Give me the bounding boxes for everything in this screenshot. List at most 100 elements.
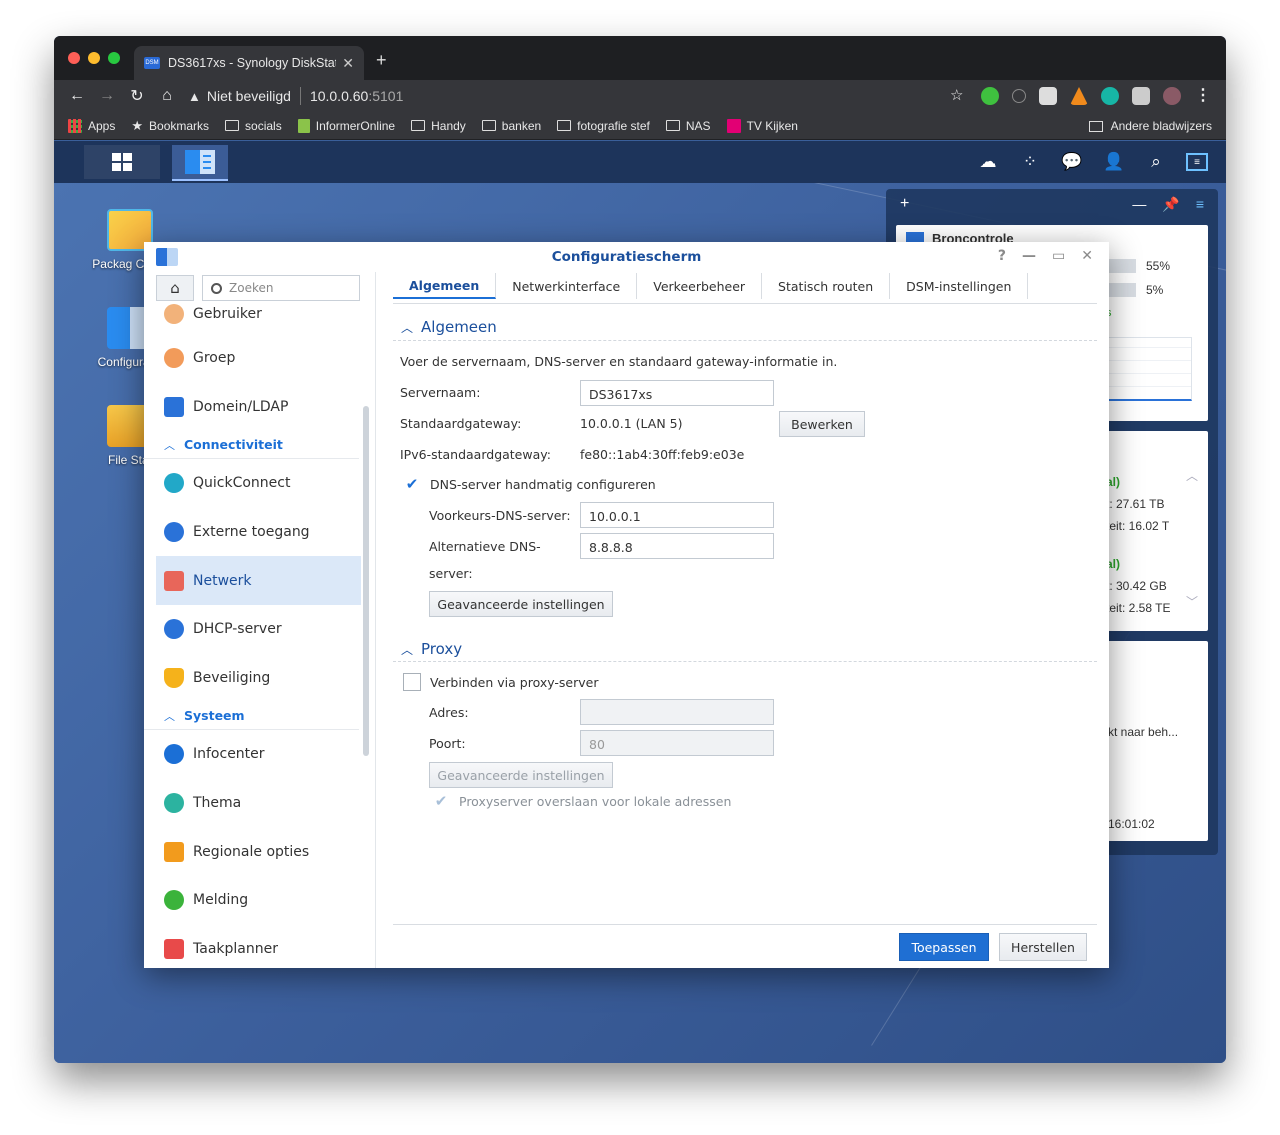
bookmark-informeronline[interactable]: InformerOnline xyxy=(297,118,395,133)
sidebar-item-label: Infocenter xyxy=(193,746,265,763)
section-proxy-header[interactable]: ︿ Proxy xyxy=(401,640,462,658)
advanced-settings-button[interactable]: Geavanceerde instellingen xyxy=(429,591,613,617)
dns-manual-checkbox[interactable]: ✔ xyxy=(403,475,421,493)
tab-netwerkinterface[interactable]: Netwerkinterface xyxy=(496,273,638,299)
back-arrow-icon[interactable]: ← xyxy=(62,87,92,105)
dots-circle-icon[interactable]: ⁘ xyxy=(1018,150,1042,174)
dsm-taskbar: ☁ ⁘ 💬 👤 ⌕ ≡ xyxy=(54,141,1226,183)
sidebar-item-domein-ldap[interactable]: Domein/LDAP xyxy=(144,383,375,432)
minimize-widget-icon[interactable]: — xyxy=(1132,196,1146,213)
extension-cone-icon[interactable] xyxy=(1070,87,1088,105)
search-placeholder: Zoeken xyxy=(229,281,274,295)
dns-alternative-input[interactable]: 8.8.8.8 xyxy=(580,533,774,559)
bookmark-nas[interactable]: NAS xyxy=(665,119,711,133)
divider xyxy=(299,87,301,105)
security-label: Niet beveiligd xyxy=(206,88,291,104)
proxy-advanced-settings-button[interactable]: Geavanceerde instellingen xyxy=(429,762,613,788)
other-bookmarks[interactable]: Andere bladwijzers xyxy=(1088,119,1212,133)
sidebar-scrollbar[interactable] xyxy=(363,406,369,756)
close-icon[interactable]: ✕ xyxy=(1081,248,1093,264)
forward-arrow-icon[interactable]: → xyxy=(92,87,122,105)
search-input[interactable]: Zoeken xyxy=(202,275,360,301)
home-icon[interactable]: ⌂ xyxy=(152,87,182,105)
tab-statisch-routen[interactable]: Statisch routen xyxy=(762,273,891,299)
edit-gateway-button[interactable]: Bewerken xyxy=(779,411,865,437)
sidebar-item-melding[interactable]: Melding xyxy=(144,876,375,925)
bookmark-banken[interactable]: banken xyxy=(481,119,541,133)
widgets-toolbar: + — 📌 ≡ xyxy=(886,189,1218,219)
sidebar-item-dhcp-server[interactable]: DHCP-server xyxy=(144,605,375,654)
close-window-button[interactable] xyxy=(68,52,80,64)
sidebar-group-system[interactable]: ︿ Systeem xyxy=(144,702,359,731)
chevron-up-icon[interactable]: ︿ xyxy=(1186,467,1198,484)
taskbar-control-panel-button[interactable] xyxy=(172,145,228,181)
search-icon xyxy=(211,282,222,294)
tab-algemeen[interactable]: Algemeen xyxy=(393,273,497,299)
new-tab-button[interactable]: + xyxy=(376,50,387,71)
other-bookmarks-label: Andere bladwijzers xyxy=(1110,119,1212,133)
folder-icon xyxy=(411,120,426,131)
address-bar[interactable]: ▲ Niet beveiligd 10.0.0.60:5101 xyxy=(188,87,403,105)
main-menu-button[interactable] xyxy=(84,145,160,179)
browser-tab[interactable]: DSM DS3617xs - Synology DiskStatio ✕ xyxy=(134,46,364,80)
proxy-bypass-checkbox[interactable]: ✔ xyxy=(432,792,450,810)
sidebar-item-thema[interactable]: Thema xyxy=(144,779,375,828)
volume-total: t: 30.42 GB xyxy=(1106,579,1167,593)
sidebar-group-connectivity[interactable]: ︿ Connectiviteit xyxy=(144,431,359,460)
maximize-window-button[interactable] xyxy=(108,52,120,64)
sidebar-item-regionale-opties[interactable]: Regionale opties xyxy=(144,827,375,876)
log-time: 16:01:02 xyxy=(1108,817,1155,831)
tab-dsm-instellingen[interactable]: DSM-instellingen xyxy=(890,273,1029,299)
sidebar-item-externe-toegang[interactable]: Externe toegang xyxy=(144,508,375,557)
bookmark-fotografie[interactable]: fotografie stef xyxy=(557,119,650,133)
widget-list-icon[interactable]: ≡ xyxy=(1196,196,1204,213)
bookmark-tv-kijken[interactable]: TV Kijken xyxy=(726,118,798,133)
notification-icon[interactable]: 💬 xyxy=(1060,150,1084,174)
extension-info-icon[interactable] xyxy=(1012,89,1026,103)
help-icon[interactable]: ? xyxy=(998,248,1006,264)
bookmark-apps[interactable]: Apps xyxy=(68,118,115,133)
proxy-port-input[interactable]: 80 xyxy=(580,730,774,756)
chevron-up-icon: ︿ xyxy=(164,709,175,723)
minimize-window-button[interactable] xyxy=(88,52,100,64)
proxy-address-input[interactable] xyxy=(580,699,774,725)
bookmark-socials[interactable]: socials xyxy=(225,119,282,133)
sidebar-item-groep[interactable]: Groep xyxy=(144,334,375,383)
servername-label: Servernaam: xyxy=(400,385,481,400)
extension-green-icon[interactable] xyxy=(981,87,999,105)
chevron-down-icon[interactable]: ﹀ xyxy=(1186,593,1198,610)
maximize-icon[interactable]: ▭ xyxy=(1052,248,1065,264)
search-icon[interactable]: ⌕ xyxy=(1144,150,1168,174)
tab-verkeerbeheer[interactable]: Verkeerbeheer xyxy=(637,273,763,299)
reset-button[interactable]: Herstellen xyxy=(999,933,1087,961)
servername-input[interactable]: DS3617xs xyxy=(580,380,774,406)
sidebar-item-quickconnect[interactable]: QuickConnect xyxy=(144,459,375,508)
extension-mail-icon[interactable] xyxy=(1039,87,1057,105)
proxy-checkbox[interactable] xyxy=(403,673,421,691)
section-algemeen-header[interactable]: ︿ Algemeen xyxy=(401,318,497,336)
reload-icon[interactable]: ↻ xyxy=(122,86,152,106)
add-widget-icon[interactable]: + xyxy=(900,195,909,213)
apply-button[interactable]: Toepassen xyxy=(899,933,989,961)
user-icon[interactable]: 👤 xyxy=(1102,150,1126,174)
cloud-sync-icon[interactable]: ☁ xyxy=(976,150,1000,174)
star-icon[interactable]: ☆ xyxy=(950,87,968,105)
bookmark-bookmarks[interactable]: ★ Bookmarks xyxy=(131,118,209,134)
extension-box-icon[interactable] xyxy=(1132,87,1150,105)
sidebar-item-infocenter[interactable]: Infocenter xyxy=(144,730,375,779)
sidebar-item-taakplanner[interactable]: Taakplanner xyxy=(144,925,375,968)
bookmark-handy[interactable]: Handy xyxy=(411,119,466,133)
sidebar-item-netwerk[interactable]: Netwerk xyxy=(156,556,361,605)
extension-m-icon[interactable] xyxy=(1101,87,1119,105)
sidebar-item-beveiliging[interactable]: Beveiliging xyxy=(144,654,375,703)
profile-avatar-icon[interactable] xyxy=(1163,87,1181,105)
pin-icon[interactable]: 📌 xyxy=(1162,196,1179,213)
menu-dots-icon[interactable]: ⋮ xyxy=(1194,87,1212,105)
widgets-icon[interactable]: ≡ xyxy=(1186,153,1208,171)
ipv6-gateway-value: fe80::1ab4:30ff:feb9:e03e xyxy=(580,447,745,462)
minimize-icon[interactable]: — xyxy=(1022,248,1036,264)
control-panel-titlebar[interactable]: Configuratiescherm ? — ▭ ✕ xyxy=(144,242,1109,272)
close-tab-icon[interactable]: ✕ xyxy=(342,55,354,72)
dns-preferred-input[interactable]: 10.0.0.1 xyxy=(580,502,774,528)
home-button[interactable]: ⌂ xyxy=(156,275,194,301)
